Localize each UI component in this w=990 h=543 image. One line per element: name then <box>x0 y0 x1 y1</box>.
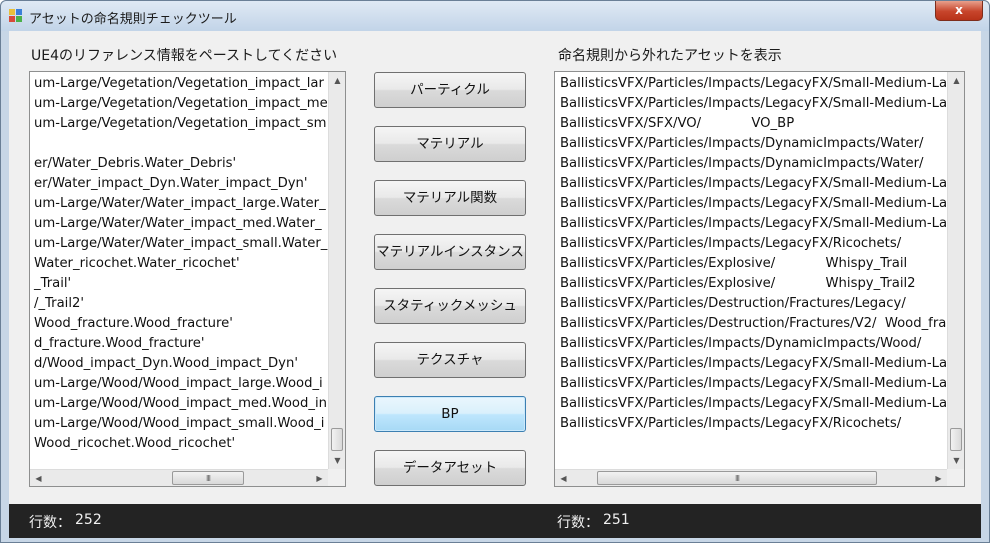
scroll-up-icon[interactable]: ▲ <box>948 72 964 89</box>
reference-input-textbox[interactable]: um-Large/Vegetation/Vegetation_impact_la… <box>29 71 346 487</box>
text-line: er/Water_impact_Dyn.Water_impact_Dyn' <box>34 176 308 191</box>
blueprint-button[interactable]: BP <box>374 396 526 432</box>
left-line-count-value: 252 <box>75 512 102 528</box>
text-line: BallisticsVFX/Particles/Impacts/LegacyFX… <box>560 396 948 411</box>
app-window: アセットの命名規則チェックツール x UE4のリファレンス情報をペーストしてくだ… <box>0 0 990 543</box>
text-line <box>34 134 328 154</box>
right-line-count-value: 251 <box>603 512 630 528</box>
app-icon <box>9 9 23 23</box>
text-line: BallisticsVFX/Particles/Destruction/Frac… <box>560 296 906 311</box>
reference-vertical-scrollbar[interactable]: ▲ ▼ <box>328 72 345 469</box>
violations-horizontal-scrollbar[interactable]: ◀ III ▶ <box>555 469 947 486</box>
text-line: BallisticsVFX/Particles/Explosive/ Whisp… <box>560 256 908 271</box>
right-line-count-label: 行数： <box>557 515 599 531</box>
text-line: BallisticsVFX/Particles/Destruction/Frac… <box>560 316 947 331</box>
text-line: /_Trail2' <box>34 296 84 311</box>
vertical-scroll-thumb[interactable] <box>950 428 962 451</box>
text-line: d_fracture.Wood_fracture' <box>34 336 205 351</box>
text-line: um-Large/Water/Water_impact_med.Water_ <box>34 216 322 231</box>
material-instance-button[interactable]: マテリアルインスタンス <box>374 234 526 270</box>
text-line: um-Large/Water/Water_impact_small.Water_ <box>34 236 328 251</box>
text-line: BallisticsVFX/Particles/Impacts/LegacyFX… <box>560 216 948 231</box>
window-title: アセットの命名規則チェックツール <box>29 12 237 27</box>
text-line: BallisticsVFX/Particles/Impacts/DynamicI… <box>560 156 924 171</box>
paste-reference-label: UE4のリファレンス情報をペーストしてください <box>31 48 338 64</box>
client-area: UE4のリファレンス情報をペーストしてください um-Large/Vegetat… <box>9 31 981 504</box>
scroll-grip-icon: III <box>205 474 211 483</box>
text-line: um-Large/Wood/Wood_impact_med.Wood_in <box>34 396 327 411</box>
text-line: BallisticsVFX/Particles/Impacts/DynamicI… <box>560 136 924 151</box>
data-asset-button[interactable]: データアセット <box>374 450 526 486</box>
text-line: um-Large/Vegetation/Vegetation_impact_la… <box>34 76 324 91</box>
title-bar[interactable]: アセットの命名規則チェックツール x <box>1 1 989 31</box>
horizontal-scroll-thumb[interactable]: III <box>597 471 877 485</box>
scroll-corner <box>328 469 345 486</box>
vertical-scroll-thumb[interactable] <box>331 428 343 451</box>
text-line: BallisticsVFX/Particles/Impacts/LegacyFX… <box>560 76 948 91</box>
violations-vertical-scrollbar[interactable]: ▲ ▼ <box>947 72 964 469</box>
text-line: er/Water_Debris.Water_Debris' <box>34 156 237 171</box>
scroll-right-icon[interactable]: ▶ <box>930 470 947 486</box>
scroll-corner <box>947 469 964 486</box>
particle-button[interactable]: パーティクル <box>374 72 526 108</box>
material-function-button[interactable]: マテリアル関数 <box>374 180 526 216</box>
texture-button[interactable]: テクスチャ <box>374 342 526 378</box>
text-line: BallisticsVFX/Particles/Impacts/DynamicI… <box>560 336 922 351</box>
left-line-count-label: 行数： <box>29 515 71 531</box>
text-line: BallisticsVFX/Particles/Impacts/LegacyFX… <box>560 416 902 431</box>
horizontal-scroll-thumb[interactable]: III <box>172 471 244 485</box>
material-button[interactable]: マテリアル <box>374 126 526 162</box>
text-line: _Trail' <box>34 276 72 291</box>
text-line: BallisticsVFX/Particles/Impacts/LegacyFX… <box>560 376 948 391</box>
reference-lines: um-Large/Vegetation/Vegetation_impact_la… <box>34 74 328 454</box>
scroll-down-icon[interactable]: ▼ <box>948 452 964 469</box>
text-line: Wood_ricochet.Wood_ricochet' <box>34 436 236 451</box>
text-line: BallisticsVFX/Particles/Impacts/LegacyFX… <box>560 196 948 211</box>
scroll-up-icon[interactable]: ▲ <box>329 72 345 89</box>
status-bar: 行数： 252 行数： 251 <box>9 504 981 538</box>
violating-assets-textbox[interactable]: BallisticsVFX/Particles/Impacts/LegacyFX… <box>554 71 965 487</box>
scroll-left-icon[interactable]: ◀ <box>555 470 572 486</box>
text-line: um-Large/Vegetation/Vegetation_impact_sm <box>34 116 327 131</box>
text-line: um-Large/Water/Water_impact_large.Water_ <box>34 196 326 211</box>
text-line: d/Wood_impact_Dyn.Wood_impact_Dyn' <box>34 356 298 371</box>
close-icon: x <box>955 3 963 17</box>
reference-horizontal-scrollbar[interactable]: ◀ III ▶ <box>30 469 328 486</box>
text-line: um-Large/Wood/Wood_impact_large.Wood_i <box>34 376 323 391</box>
text-line: BallisticsVFX/Particles/Explosive/ Whisp… <box>560 276 916 291</box>
text-line: um-Large/Wood/Wood_impact_small.Wood_i <box>34 416 325 431</box>
text-line: BallisticsVFX/Particles/Impacts/LegacyFX… <box>560 96 948 111</box>
scroll-right-icon[interactable]: ▶ <box>311 470 328 486</box>
text-line: Wood_fracture.Wood_fracture' <box>34 316 233 331</box>
text-line: BallisticsVFX/Particles/Impacts/LegacyFX… <box>560 236 902 251</box>
scroll-down-icon[interactable]: ▼ <box>329 452 345 469</box>
text-line: Water_ricochet.Water_ricochet' <box>34 256 240 271</box>
close-button[interactable]: x <box>935 1 983 21</box>
violating-assets-label: 命名規則から外れたアセットを表示 <box>558 48 782 64</box>
violating-asset-lines: BallisticsVFX/Particles/Impacts/LegacyFX… <box>560 74 947 434</box>
text-line: um-Large/Vegetation/Vegetation_impact_me <box>34 96 328 111</box>
text-line: BallisticsVFX/Particles/Impacts/LegacyFX… <box>560 176 948 191</box>
static-mesh-button[interactable]: スタティックメッシュ <box>374 288 526 324</box>
scroll-left-icon[interactable]: ◀ <box>30 470 47 486</box>
scroll-grip-icon: III <box>734 474 740 483</box>
text-line: BallisticsVFX/SFX/VO/ VO_BP <box>560 116 795 131</box>
text-line: BallisticsVFX/Particles/Impacts/LegacyFX… <box>560 356 948 371</box>
